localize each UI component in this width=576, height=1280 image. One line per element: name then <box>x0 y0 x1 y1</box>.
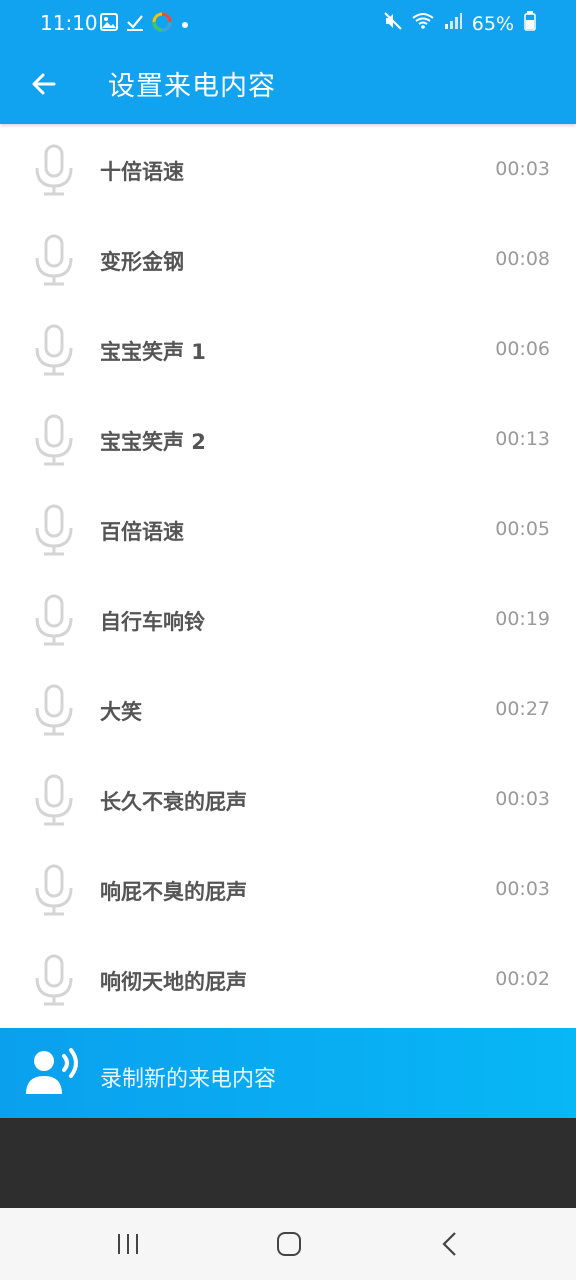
system-nav-bar <box>0 1208 576 1280</box>
sound-duration: 00:19 <box>495 608 550 630</box>
microphone-icon <box>32 954 76 1006</box>
microphone-icon <box>32 594 76 646</box>
sound-duration: 00:05 <box>495 518 550 540</box>
sound-name: 宝宝笑声 1 <box>100 340 206 364</box>
sound-name: 自行车响铃 <box>100 610 205 634</box>
back-arrow-icon <box>32 73 56 95</box>
sound-list-item[interactable]: 宝宝笑声 2 00:13 <box>0 394 576 484</box>
sound-list-item[interactable]: 自行车响铃 00:19 <box>0 574 576 664</box>
sound-list: 十倍语速 00:03 变形金钢 00:08 宝宝笑声 1 00:06 宝宝笑声 2 00:13… <box>0 124 576 1024</box>
battery-icon <box>524 11 536 36</box>
sound-list-item[interactable]: 响彻天地的屁声 00:02 <box>0 934 576 1024</box>
sound-duration: 00:27 <box>495 698 550 720</box>
page-title: 设置来电内容 <box>108 71 276 102</box>
battery-label: 65% <box>471 12 514 35</box>
microphone-icon <box>32 234 76 286</box>
dot-icon <box>180 15 190 34</box>
sound-duration: 00:08 <box>495 248 550 270</box>
status-left-icons <box>100 12 190 36</box>
check-icon <box>126 13 144 35</box>
recents-icon <box>118 1234 138 1254</box>
microphone-icon <box>32 324 76 376</box>
sound-duration: 00:13 <box>495 428 550 450</box>
sound-name: 百倍语速 <box>100 520 184 544</box>
record-new-content-label: 录制新的来电内容 <box>100 1067 277 1092</box>
sound-name: 变形金钢 <box>100 250 184 274</box>
sound-duration: 00:03 <box>495 788 550 810</box>
sound-list-item[interactable]: 大笑 00:27 <box>0 664 576 754</box>
color-wheel-icon <box>152 12 172 36</box>
sound-duration: 00:06 <box>495 338 550 360</box>
record-new-content-button[interactable]: 录制新的来电内容 <box>0 1028 576 1118</box>
signal-icon <box>444 12 462 35</box>
microphone-icon <box>32 774 76 826</box>
home-button[interactable] <box>269 1226 309 1262</box>
mute-icon <box>384 12 402 35</box>
sound-name: 响彻天地的屁声 <box>100 970 247 994</box>
home-icon <box>277 1232 301 1256</box>
sound-name: 十倍语速 <box>100 160 184 184</box>
sound-duration: 00:03 <box>495 878 550 900</box>
recents-button[interactable] <box>108 1226 148 1262</box>
sound-list-item[interactable]: 变形金钢 00:08 <box>0 214 576 304</box>
sound-duration: 00:03 <box>495 158 550 180</box>
status-bar: 11:10 65% <box>0 0 576 46</box>
sound-duration: 00:02 <box>495 968 550 990</box>
status-right: 65% <box>384 11 536 36</box>
wifi-icon <box>412 12 434 35</box>
sound-list-item[interactable]: 宝宝笑声 1 00:06 <box>0 304 576 394</box>
microphone-icon <box>32 684 76 736</box>
status-time: 11:10 <box>40 11 98 35</box>
microphone-icon <box>32 864 76 916</box>
back-button[interactable] <box>22 62 66 106</box>
sound-list-item[interactable]: 十倍语速 00:03 <box>0 124 576 214</box>
record-voice-icon <box>26 1048 78 1094</box>
dark-empty-area <box>0 1118 576 1208</box>
sound-name: 大笑 <box>100 700 142 724</box>
nav-back-button[interactable] <box>430 1226 470 1262</box>
sound-list-item[interactable]: 长久不衰的屁声 00:03 <box>0 754 576 844</box>
sound-name: 宝宝笑声 2 <box>100 430 206 454</box>
image-icon <box>100 13 118 35</box>
screen: 11:10 65% 设置来电内容 十倍语速 00:03 变形金钢 00:08 宝… <box>0 0 576 1280</box>
microphone-icon <box>32 144 76 196</box>
sound-name: 响屁不臭的屁声 <box>100 880 247 904</box>
sound-list-item[interactable]: 响屁不臭的屁声 00:03 <box>0 844 576 934</box>
app-bar: 设置来电内容 <box>0 46 576 124</box>
sound-list-item[interactable]: 百倍语速 00:05 <box>0 484 576 574</box>
back-icon <box>442 1232 456 1256</box>
microphone-icon <box>32 414 76 466</box>
sound-name: 长久不衰的屁声 <box>100 790 247 814</box>
microphone-icon <box>32 504 76 556</box>
